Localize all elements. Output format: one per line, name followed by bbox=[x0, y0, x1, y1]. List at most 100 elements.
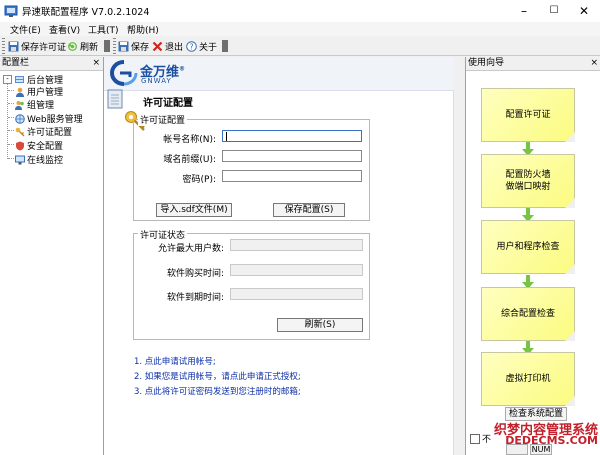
refresh-button[interactable]: 刷新 bbox=[67, 39, 98, 53]
svg-text:?: ? bbox=[189, 42, 193, 51]
sidebar-item-users[interactable]: 用户管理 bbox=[15, 85, 63, 98]
sidebar-item-label: 在线监控 bbox=[27, 156, 64, 166]
wizard-checkbox[interactable] bbox=[470, 433, 480, 444]
wizard-step-virtual-printer[interactable]: 虚拟打印机 bbox=[481, 352, 575, 406]
toolbar-grip[interactable] bbox=[2, 38, 5, 54]
close-button[interactable]: ✕ bbox=[570, 0, 598, 22]
monitor-icon bbox=[15, 155, 25, 164]
config-sidebar: 配置栏 × - 后台管理 用户管理 组管理 Web服务管理 许可证配置 安全配置… bbox=[0, 57, 104, 455]
status-cell-empty bbox=[506, 444, 528, 455]
save-license-button[interactable]: 保存许可证 bbox=[8, 39, 66, 53]
page-fold bbox=[565, 331, 575, 341]
save-license-icon bbox=[8, 41, 19, 51]
about-label: 关于 bbox=[199, 42, 218, 53]
wizard-close-icon[interactable]: × bbox=[590, 57, 598, 70]
wizard-step-firewall[interactable]: 配置防火墙 做端口映射 bbox=[481, 154, 575, 208]
sidebar-item-monitor[interactable]: 在线监控 bbox=[15, 153, 63, 166]
sidebar-close-icon[interactable]: × bbox=[92, 57, 100, 70]
save-icon bbox=[118, 41, 129, 51]
vertical-scrollbar[interactable] bbox=[453, 90, 465, 455]
account-label: 帐号名称(N): bbox=[163, 135, 216, 145]
about-icon: ? bbox=[186, 40, 197, 52]
domain-input[interactable] bbox=[222, 150, 362, 162]
step-label: 用户和程序检查 bbox=[496, 242, 560, 252]
refresh-label: 刷新 bbox=[80, 42, 99, 53]
wizard-title: 使用向导 bbox=[468, 58, 505, 68]
password-input[interactable] bbox=[222, 170, 362, 182]
logo-registered-mark: ® bbox=[179, 65, 186, 73]
expire-time-field bbox=[230, 288, 363, 300]
wizard-step-user-program[interactable]: 用户和程序检查 bbox=[481, 220, 575, 274]
save-label: 保存 bbox=[131, 42, 150, 53]
exit-icon bbox=[152, 41, 163, 51]
expire-time-label: 软件到期时间: bbox=[166, 293, 224, 303]
document-icon bbox=[107, 89, 123, 109]
sidebar-item-license[interactable]: 许可证配置 bbox=[15, 125, 72, 138]
import-sdf-button[interactable]: 导入.sdf文件(M) bbox=[156, 203, 232, 217]
apply-trial-link[interactable]: 1. 点此申请试用帐号; bbox=[134, 355, 216, 367]
menu-file[interactable]: 文件(E) bbox=[10, 23, 41, 36]
status-num: NUM bbox=[530, 444, 552, 455]
sidebar-item-label: 用户管理 bbox=[27, 88, 64, 98]
save-license-label: 保存许可证 bbox=[21, 42, 67, 53]
save-button[interactable]: 保存 bbox=[118, 39, 149, 53]
save-config-button[interactable]: 保存配置(S) bbox=[273, 203, 345, 217]
exit-label: 退出 bbox=[165, 42, 184, 53]
step-label: 综合配置检查 bbox=[500, 309, 555, 319]
account-input[interactable] bbox=[222, 130, 362, 142]
wizard-step-overall-check[interactable]: 综合配置检查 bbox=[481, 287, 575, 341]
app-icon bbox=[4, 5, 18, 17]
sidebar-item-label: Web服务管理 bbox=[27, 115, 83, 125]
tree-connector bbox=[7, 84, 8, 159]
about-button[interactable]: ? 关于 bbox=[186, 39, 217, 53]
step-label: 虚拟打印机 bbox=[505, 374, 551, 384]
sidebar-item-label: 许可证配置 bbox=[27, 128, 73, 138]
wizard-step-license[interactable]: 配置许可证 bbox=[481, 88, 575, 142]
maximize-button[interactable]: ☐ bbox=[540, 0, 568, 22]
tree-branch bbox=[8, 130, 14, 131]
wizard-checkbox-label: 不 bbox=[482, 435, 492, 445]
license-status-legend: 许可证状态 bbox=[138, 228, 188, 241]
logo-name-en: GNWAY bbox=[141, 77, 172, 85]
apply-formal-license-link[interactable]: 2. 如果您是试用帐号，请点此申请正式授权; bbox=[134, 370, 301, 382]
sidebar-item-security[interactable]: 安全配置 bbox=[15, 139, 63, 152]
shield-icon bbox=[16, 141, 24, 150]
group-icon bbox=[15, 100, 24, 110]
toolbar-grip-2[interactable] bbox=[113, 38, 116, 54]
wizard-checkbox-row[interactable]: 不 bbox=[470, 432, 491, 445]
page-fold bbox=[565, 264, 575, 274]
page-title: 许可证配置 bbox=[143, 98, 193, 109]
toolbar-overflow-2[interactable] bbox=[222, 40, 228, 52]
tree-branch bbox=[8, 90, 14, 91]
tree-branch bbox=[8, 103, 14, 104]
menu-help[interactable]: 帮助(H) bbox=[127, 23, 159, 36]
purchase-time-field bbox=[230, 264, 363, 276]
sidebar-item-label: 安全配置 bbox=[27, 142, 64, 152]
gnway-logo-icon bbox=[110, 60, 138, 86]
sidebar-title: 配置栏 bbox=[2, 58, 30, 68]
max-users-label: 允许最大用户数: bbox=[157, 244, 224, 254]
tree-collapse-icon[interactable]: - bbox=[3, 75, 12, 84]
sidebar-header: 配置栏 × bbox=[0, 57, 103, 71]
globe-icon bbox=[15, 113, 25, 124]
exit-button[interactable]: 退出 bbox=[152, 39, 183, 53]
toolbar-overflow-1[interactable] bbox=[104, 40, 110, 52]
key-icon bbox=[15, 127, 25, 136]
step-label: 配置许可证 bbox=[505, 110, 551, 120]
menu-tools[interactable]: 工具(T) bbox=[88, 23, 119, 36]
wizard-panel: 使用向导 × 配置许可证 配置防火墙 做端口映射 用户和程序检查 综合配置检查 … bbox=[465, 57, 600, 455]
sidebar-item-web-service[interactable]: Web服务管理 bbox=[15, 112, 83, 125]
sidebar-item-groups[interactable]: 组管理 bbox=[15, 98, 54, 111]
license-config-legend: 许可证配置 bbox=[138, 113, 188, 126]
wizard-header: 使用向导 × bbox=[466, 57, 600, 71]
user-icon bbox=[16, 87, 24, 97]
minimize-button[interactable]: – bbox=[510, 0, 538, 22]
max-users-field bbox=[230, 239, 363, 251]
send-password-link[interactable]: 3. 点此将许可证密码发送到您注册时的邮箱; bbox=[134, 385, 301, 397]
refresh-icon bbox=[68, 41, 77, 51]
menu-view[interactable]: 查看(V) bbox=[49, 23, 80, 36]
text-caret bbox=[226, 132, 227, 141]
tree-branch bbox=[8, 117, 14, 118]
refresh-status-button[interactable]: 刷新(S) bbox=[277, 318, 363, 332]
tree-branch bbox=[8, 144, 14, 145]
